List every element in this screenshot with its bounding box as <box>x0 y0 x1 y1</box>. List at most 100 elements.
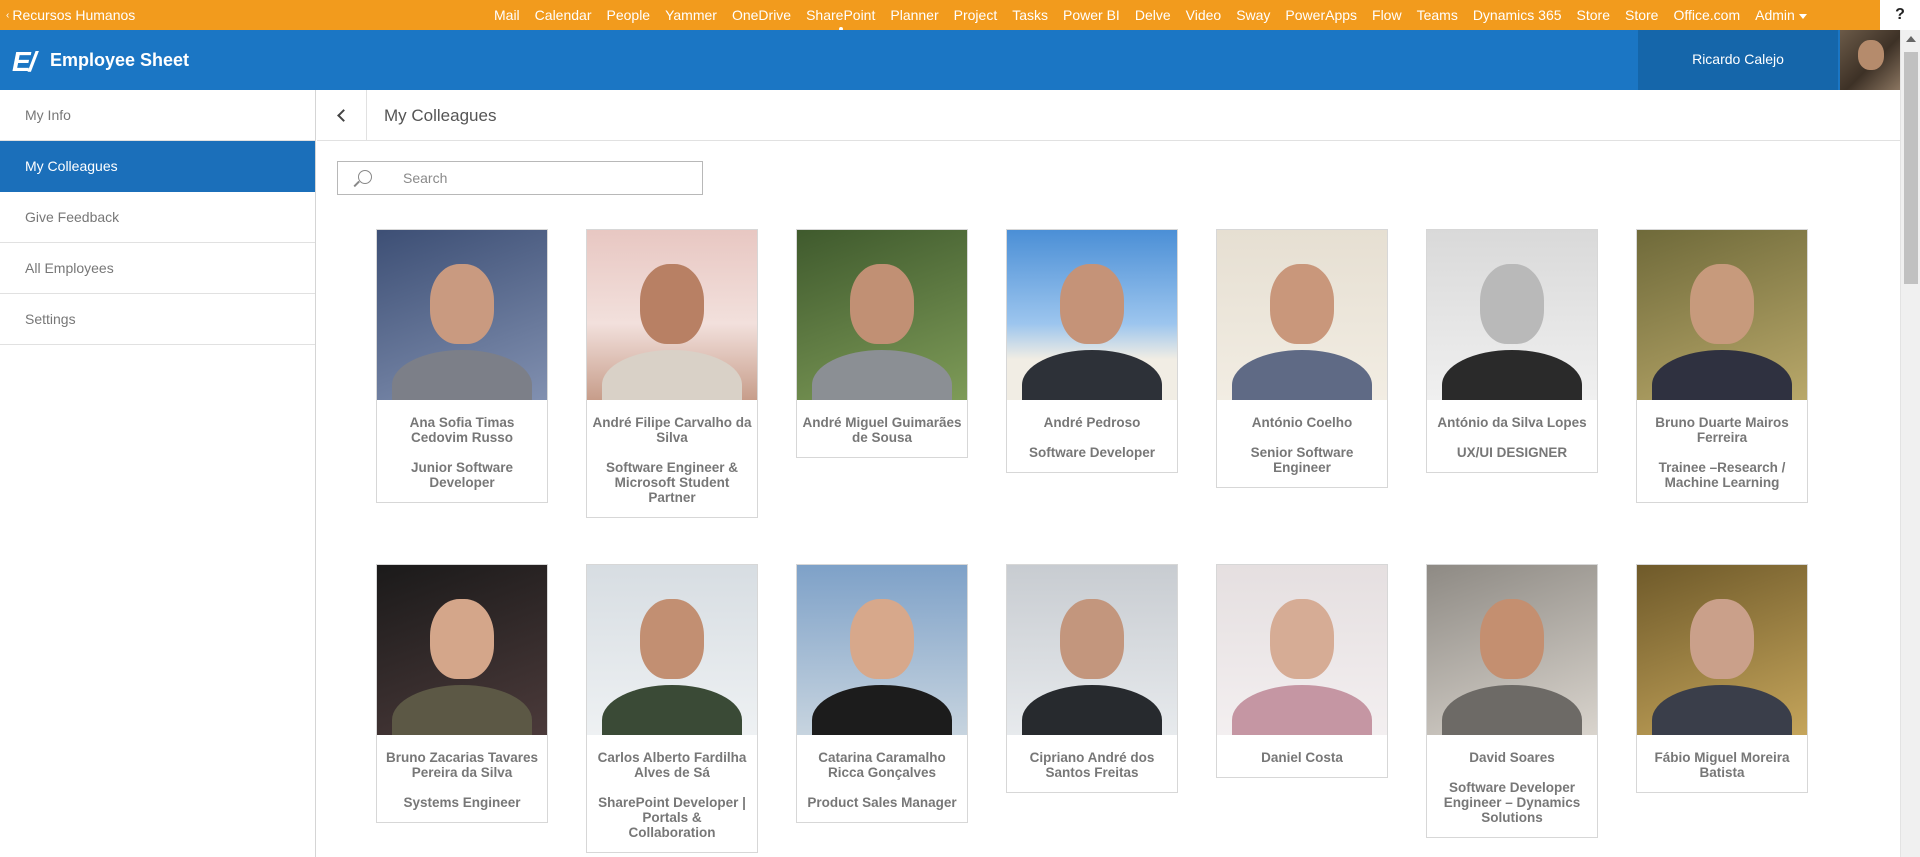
colleague-role: Software Engineer & Microsoft Student Pa… <box>605 460 739 505</box>
suite-link-dynamics-365[interactable]: Dynamics 365 <box>1473 7 1562 23</box>
colleague-card[interactable]: Daniel Costa <box>1216 564 1388 778</box>
sidebar-item-settings[interactable]: Settings <box>0 294 315 345</box>
back-caret-icon: ‹ <box>6 9 10 21</box>
suite-link-flow[interactable]: Flow <box>1372 7 1402 23</box>
colleague-card[interactable]: Bruno Zacarias Tavares Pereira da Silva S… <box>376 564 548 823</box>
admin-menu[interactable]: Admin <box>1755 7 1807 23</box>
app-title[interactable]: Employee Sheet <box>50 50 189 71</box>
colleague-card[interactable]: André Filipe Carvalho da Silva Software E… <box>586 229 758 518</box>
colleague-name: Carlos Alberto Fardilha Alves de Sá <box>597 750 747 780</box>
search-icon <box>358 170 372 184</box>
colleague-role: Systems Engineer <box>403 795 521 810</box>
suite-link-teams[interactable]: Teams <box>1417 7 1458 23</box>
chevron-left-icon <box>337 109 350 122</box>
user-menu[interactable]: Ricardo Calejo <box>1638 30 1838 90</box>
avatar[interactable] <box>1840 30 1900 90</box>
colleague-card[interactable]: Fábio Miguel Moreira Batista <box>1636 564 1808 793</box>
suite-link-sharepoint[interactable]: SharePoint <box>806 7 875 31</box>
colleague-name: Cipriano André dos Santos Freitas <box>1029 750 1155 780</box>
colleague-name: Ana Sofia Timas Cedovim Russo <box>409 415 515 445</box>
colleague-card[interactable]: David Soares Software Developer Engineer … <box>1426 564 1598 838</box>
sidebar-item-my-info[interactable]: My Info <box>0 90 315 141</box>
main-content: My Colleagues Ana Sofia Timas Cedovim Ru… <box>317 90 1900 857</box>
chevron-down-icon <box>1798 13 1807 19</box>
colleague-name: André Miguel Guimarães de Sousa <box>802 415 962 445</box>
colleague-card[interactable]: Catarina Caramalho Ricca Gonçalves Produc… <box>796 564 968 823</box>
user-name: Ricardo Calejo <box>1692 51 1784 67</box>
scroll-up-arrow-icon[interactable] <box>1906 36 1916 42</box>
colleague-photo <box>1427 565 1597 735</box>
suite-link-calendar[interactable]: Calendar <box>535 7 592 23</box>
colleague-card[interactable]: André Miguel Guimarães de Sousa <box>796 229 968 458</box>
colleague-photo <box>587 230 757 400</box>
suite-link-mail[interactable]: Mail <box>494 7 520 23</box>
colleague-name: Fábio Miguel Moreira Batista <box>1654 750 1790 780</box>
scrollbar-thumb[interactable] <box>1904 52 1918 284</box>
colleague-name: Daniel Costa <box>1261 750 1343 765</box>
site-name-link[interactable]: ‹ Recursos Humanos <box>6 7 135 23</box>
sidebar-item-give-feedback[interactable]: Give Feedback <box>0 192 315 243</box>
suite-link-project[interactable]: Project <box>954 7 998 23</box>
suite-link-tasks[interactable]: Tasks <box>1012 7 1048 23</box>
colleague-role: Junior Software Developer <box>410 460 513 490</box>
sidebar-item-all-employees[interactable]: All Employees <box>0 243 315 294</box>
colleague-role: UX/UI DESIGNER <box>1456 445 1568 460</box>
suite-link-powerapps[interactable]: PowerApps <box>1285 7 1357 23</box>
colleague-photo <box>797 230 967 400</box>
admin-label: Admin <box>1755 7 1795 23</box>
colleague-card[interactable]: António Coelho Senior Software Engineer <box>1216 229 1388 488</box>
vertical-scrollbar[interactable] <box>1900 30 1920 857</box>
app-logo: E/ <box>12 46 37 77</box>
colleague-role: Product Sales Manager <box>807 795 957 810</box>
colleague-name: Bruno Duarte Mairos Ferreira <box>1655 415 1789 445</box>
colleague-photo <box>377 230 547 400</box>
colleague-photo <box>587 565 757 735</box>
suite-link-people[interactable]: People <box>607 7 651 23</box>
suite-links: Mail Calendar People Yammer OneDrive Sha… <box>494 0 1807 31</box>
colleague-name: David Soares <box>1469 750 1555 765</box>
colleague-name: André Pedroso <box>1043 415 1141 430</box>
search-input[interactable] <box>403 168 693 188</box>
colleague-name: André Filipe Carvalho da Silva <box>592 415 752 445</box>
suite-link-onedrive[interactable]: OneDrive <box>732 7 791 23</box>
colleague-photo <box>377 565 547 735</box>
suite-link-store[interactable]: Store <box>1577 7 1610 23</box>
colleague-role: SharePoint Developer | Portals & Collabo… <box>598 795 746 840</box>
colleague-name: Catarina Caramalho Ricca Gonçalves <box>818 750 946 780</box>
colleague-role: Software Developer Engineer – Dynamics S… <box>1443 780 1581 825</box>
back-button[interactable] <box>317 90 367 141</box>
search-box[interactable] <box>337 161 703 195</box>
colleague-card[interactable]: Ana Sofia Timas Cedovim Russo Junior Soft… <box>376 229 548 503</box>
colleague-name: António da Silva Lopes <box>1437 415 1587 430</box>
colleague-card[interactable]: Bruno Duarte Mairos Ferreira Trainee –Res… <box>1636 229 1808 503</box>
colleague-photo <box>1007 565 1177 735</box>
colleague-card[interactable]: Cipriano André dos Santos Freitas <box>1006 564 1178 793</box>
suite-link-planner[interactable]: Planner <box>890 7 938 23</box>
colleague-role: Senior Software Engineer <box>1250 445 1354 475</box>
colleague-card[interactable]: António da Silva Lopes UX/UI DESIGNER <box>1426 229 1598 473</box>
suite-link-sway[interactable]: Sway <box>1236 7 1270 23</box>
suite-link-yammer[interactable]: Yammer <box>665 7 717 23</box>
colleague-name: António Coelho <box>1251 415 1353 430</box>
page-title: My Colleagues <box>384 106 497 125</box>
colleague-photo <box>1217 230 1387 400</box>
sidebar: My Info My Colleagues Give Feedback All … <box>0 90 316 857</box>
suite-link-store-2[interactable]: Store <box>1625 7 1658 23</box>
colleague-role: Trainee –Research / Machine Learning <box>1658 460 1786 490</box>
site-name: Recursos Humanos <box>12 7 136 23</box>
colleague-card[interactable]: Carlos Alberto Fardilha Alves de Sá Share… <box>586 564 758 853</box>
colleague-photo <box>1007 230 1177 400</box>
colleague-card[interactable]: André Pedroso Software Developer <box>1006 229 1178 473</box>
suite-link-video[interactable]: Video <box>1186 7 1222 23</box>
colleague-photo <box>1217 565 1387 735</box>
page-header: My Colleagues <box>317 90 1900 141</box>
colleague-name: Bruno Zacarias Tavares Pereira da Silva <box>385 750 539 780</box>
sidebar-item-my-colleagues[interactable]: My Colleagues <box>0 141 315 192</box>
suite-link-office-com[interactable]: Office.com <box>1673 7 1740 23</box>
suite-link-power-bi[interactable]: Power BI <box>1063 7 1120 23</box>
help-button[interactable]: ? <box>1880 0 1920 30</box>
suite-link-delve[interactable]: Delve <box>1135 7 1171 23</box>
colleague-photo <box>1637 565 1807 735</box>
colleague-role: Software Developer <box>1028 445 1156 460</box>
colleague-photo <box>1637 230 1807 400</box>
